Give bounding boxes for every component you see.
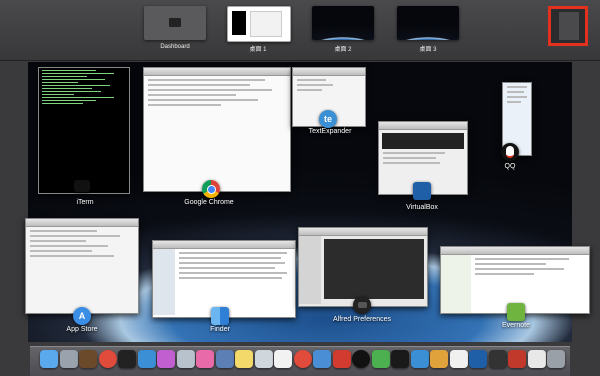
alfred-icon[interactable] xyxy=(488,350,507,368)
window-label-evernote: Evernote xyxy=(501,322,531,329)
space-desktop-2-label: 桌面 2 xyxy=(334,47,352,53)
pencil-icon[interactable] xyxy=(215,350,234,368)
add-space-button[interactable] xyxy=(548,6,588,46)
calendar-icon[interactable] xyxy=(449,350,468,368)
launchpad-icon[interactable] xyxy=(59,350,78,368)
space-desktop-1[interactable] xyxy=(227,6,291,42)
space-desktop-3-label: 桌面 3 xyxy=(419,47,437,53)
photo-icon[interactable] xyxy=(79,350,97,368)
dashboard-widget-icon xyxy=(169,18,181,27)
chrome-icon xyxy=(202,180,220,198)
space-desktop-1-label: 桌面 1 xyxy=(249,47,267,53)
window-app-store[interactable] xyxy=(25,218,139,314)
terminal-icon[interactable] xyxy=(118,350,136,368)
green-icon[interactable] xyxy=(371,350,390,368)
thumb-terminal xyxy=(232,11,246,35)
qq-icon xyxy=(501,143,519,161)
space-desktop-3[interactable] xyxy=(397,6,459,40)
app-icon[interactable] xyxy=(313,350,331,368)
docs-icon[interactable] xyxy=(527,350,546,368)
qq-icon[interactable] xyxy=(352,350,370,368)
alfred-icon xyxy=(353,296,371,314)
spaces-bar: Dashboard 桌面 1 桌面 2 桌面 3 xyxy=(0,0,600,61)
window-label-qq: QQ xyxy=(504,163,516,170)
folder-icon[interactable] xyxy=(430,350,448,368)
space-dashboard-label: Dashboard xyxy=(160,44,190,50)
finder-icon[interactable] xyxy=(40,350,58,368)
textexpander-icon: te xyxy=(319,110,337,128)
z-icon[interactable] xyxy=(196,350,214,368)
window-label-iterm: iTerm xyxy=(76,199,94,206)
window-label-textexpander: TextExpander xyxy=(308,128,352,135)
space-dashboard[interactable] xyxy=(144,6,206,40)
iterm-icon xyxy=(74,180,90,192)
te-icon[interactable] xyxy=(410,350,429,368)
window-alfred-preferences[interactable] xyxy=(298,227,428,307)
window-label-alfred-preferences: Alfred Preferences xyxy=(333,316,391,323)
virtualbox-icon xyxy=(413,182,431,200)
flower-icon[interactable] xyxy=(157,350,175,368)
textedit-icon[interactable] xyxy=(274,350,292,368)
chrome-icon[interactable] xyxy=(98,350,117,368)
evernote-icon xyxy=(507,303,525,321)
window-iterm[interactable] xyxy=(38,67,130,194)
add-space-preview xyxy=(559,12,579,40)
window-google-chrome[interactable] xyxy=(143,67,291,192)
thumb-window xyxy=(250,11,282,37)
trash-icon[interactable] xyxy=(547,350,565,368)
chrome2-icon[interactable] xyxy=(293,350,312,368)
virtualbox-icon[interactable] xyxy=(469,350,487,368)
grid-icon[interactable] xyxy=(254,350,273,368)
red-icon[interactable] xyxy=(332,350,351,368)
finder-icon xyxy=(211,307,229,325)
window-label-google-chrome: Google Chrome xyxy=(184,199,234,206)
window-label-virtualbox: VirtualBox xyxy=(406,204,438,211)
activity-icon[interactable] xyxy=(391,350,409,368)
mail-icon[interactable] xyxy=(176,350,195,368)
window-label-app-store: App Store xyxy=(66,326,98,333)
notes-icon[interactable] xyxy=(235,350,253,368)
safari-icon[interactable] xyxy=(137,350,156,368)
space-desktop-2[interactable] xyxy=(312,6,374,40)
ruby-icon[interactable] xyxy=(508,350,526,368)
window-label-finder: Finder xyxy=(210,326,230,333)
app-store-icon: A xyxy=(73,307,91,325)
